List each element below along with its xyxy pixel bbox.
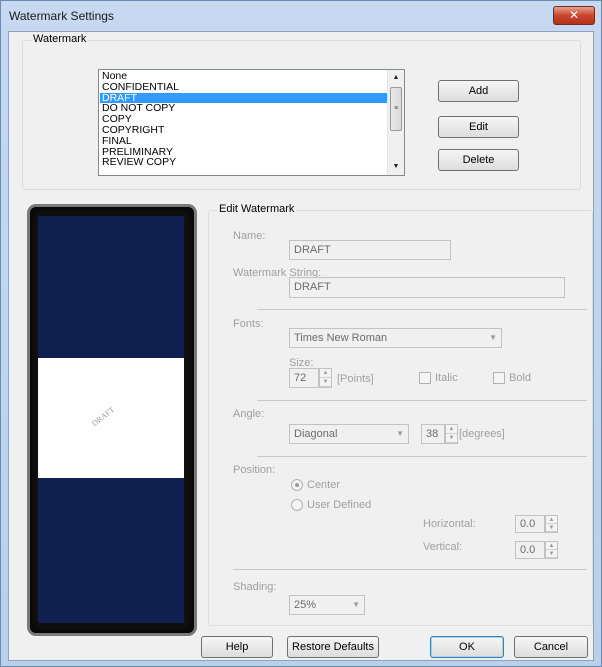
font-value: Times New Roman [294, 332, 388, 344]
vertical-spinner[interactable]: ▲ ▼ [545, 541, 558, 559]
close-button[interactable]: ✕ [553, 6, 595, 25]
horizontal-label: Horizontal: [423, 518, 476, 530]
shading-label: Shading: [233, 581, 277, 593]
divider [257, 456, 587, 457]
divider [257, 400, 587, 401]
scroll-thumb[interactable]: ≡ [390, 87, 402, 131]
list-item[interactable]: COPYRIGHT [100, 125, 387, 136]
bold-checkbox[interactable] [493, 372, 505, 384]
watermark-list-items: None CONFIDENTIAL DRAFT DO NOT COPY COPY… [100, 71, 387, 168]
watermark-group-label: Watermark [31, 33, 89, 45]
restore-defaults-button[interactable]: Restore Defaults [287, 636, 379, 658]
fonts-label: Fonts: [233, 318, 264, 330]
angle-combo[interactable]: Diagonal ▼ [289, 424, 409, 444]
horizontal-spinner[interactable]: ▲ ▼ [545, 515, 558, 533]
edit-watermark-label: Edit Watermark [217, 203, 297, 215]
preview-pane: DRAFT [30, 207, 194, 633]
user-defined-label: User Defined [307, 499, 372, 511]
center-label: Center [307, 479, 341, 491]
list-item[interactable]: REVIEW COPY [100, 157, 387, 168]
scroll-down-arrow-icon[interactable]: ▼ [388, 159, 404, 175]
watermark-string-field[interactable]: DRAFT [289, 277, 565, 298]
font-combo[interactable]: Times New Roman ▼ [289, 328, 502, 348]
window-title: Watermark Settings [9, 9, 114, 23]
delete-button[interactable]: Delete [438, 149, 519, 171]
angle-label: Angle: [233, 408, 265, 420]
name-field[interactable]: DRAFT [289, 240, 451, 260]
size-spinner[interactable]: ▲ ▼ [319, 368, 332, 388]
size-unit-label: [Points] [337, 373, 374, 385]
vertical-label: Vertical: [423, 541, 463, 553]
list-item[interactable]: FINAL [100, 135, 387, 147]
divider [257, 309, 587, 310]
dialog-body: Watermark None CONFIDENTIAL DRAFT DO NOT… [8, 31, 594, 661]
add-button[interactable]: Add [438, 80, 519, 102]
divider [233, 569, 587, 570]
list-item[interactable]: CONFIDENTIAL [100, 81, 387, 93]
list-scrollbar[interactable]: ▲ ≡ ▼ [387, 70, 404, 175]
chevron-down-icon: ▼ [396, 429, 404, 438]
italic-label: Italic [435, 372, 458, 384]
watermark-list[interactable]: None CONFIDENTIAL DRAFT DO NOT COPY COPY… [98, 69, 405, 176]
size-field[interactable]: 72 [289, 368, 319, 388]
watermark-settings-window: Watermark Settings ✕ Watermark None CONF… [0, 0, 602, 667]
preview-watermark-text: DRAFT [90, 404, 117, 429]
angle-degrees-field[interactable]: 38 [421, 424, 445, 444]
center-radio[interactable] [291, 479, 303, 491]
bold-label: Bold [509, 372, 532, 384]
shading-combo[interactable]: 25% ▼ [289, 595, 365, 615]
list-item[interactable]: DO NOT COPY [100, 103, 387, 114]
shading-value: 25% [294, 599, 317, 611]
preview-page: DRAFT [38, 358, 184, 478]
angle-value: Diagonal [294, 428, 338, 440]
cancel-button[interactable]: Cancel [514, 636, 588, 658]
ok-button[interactable]: OK [430, 636, 504, 658]
angle-spinner[interactable]: ▲ ▼ [445, 424, 458, 444]
help-button[interactable]: Help [201, 636, 273, 658]
scroll-up-arrow-icon[interactable]: ▲ [388, 70, 404, 86]
edit-button[interactable]: Edit [438, 116, 519, 138]
preview-background: DRAFT [38, 216, 184, 623]
chevron-down-icon: ▼ [352, 600, 360, 609]
title-bar: Watermark Settings ✕ [1, 1, 601, 31]
chevron-down-icon: ▼ [489, 333, 497, 342]
italic-checkbox[interactable] [419, 372, 431, 384]
vertical-field[interactable]: 0.0 [515, 541, 545, 559]
edit-watermark-group: Edit Watermark Name: DRAFT Watermark Str… [208, 203, 593, 626]
user-defined-radio[interactable] [291, 499, 303, 511]
horizontal-field[interactable]: 0.0 [515, 515, 545, 533]
position-label: Position: [233, 464, 276, 476]
angle-unit-label: [degrees] [459, 428, 505, 440]
name-label: Name: [233, 230, 266, 242]
